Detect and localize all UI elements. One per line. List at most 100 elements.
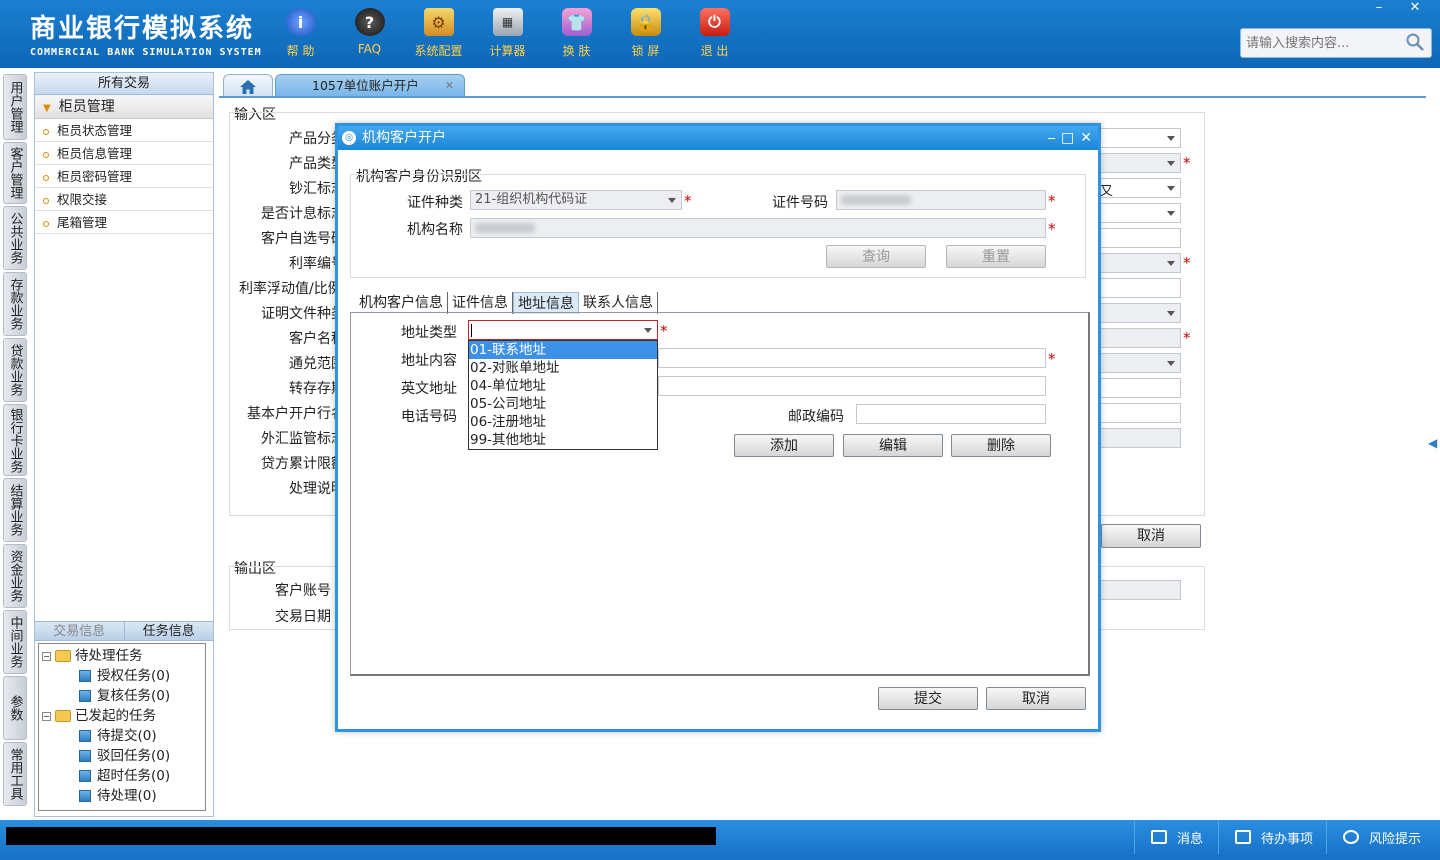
tab-contact-info[interactable]: 联系人信息: [579, 292, 658, 314]
all-transactions-header[interactable]: 所有交易: [35, 73, 213, 95]
cert-type-select[interactable]: 21-组织机构代码证: [470, 190, 682, 210]
cash-remit-select[interactable]: 又: [1099, 178, 1181, 199]
tree-node-to-process[interactable]: 待处理(0): [39, 786, 205, 806]
addr-type-option[interactable]: 04-单位地址: [469, 377, 657, 395]
vnav-common-tools[interactable]: 常用工具: [3, 742, 27, 806]
tree-label: 待提交(0): [97, 728, 157, 744]
minimize-button[interactable]: –: [1364, 0, 1394, 18]
menu-item-teller-info[interactable]: 柜员信息管理: [35, 142, 213, 165]
addr-type-option[interactable]: 06-注册地址: [469, 413, 657, 431]
tree-node-rejected[interactable]: 驳回任务(0): [39, 746, 205, 766]
org-name-input[interactable]: [470, 218, 1046, 238]
vnav-intermediary-business[interactable]: 中间业务: [3, 610, 27, 674]
tab-unit-account-opening[interactable]: 1057单位账户开户 ✕: [275, 74, 465, 98]
addr-type-option[interactable]: 01-联系地址: [469, 341, 657, 359]
custom-number-input[interactable]: [1099, 228, 1181, 248]
vnav-bank-card-business[interactable]: 银行卡业务: [3, 404, 27, 476]
vnav-treasury-business[interactable]: 资金业务: [3, 544, 27, 608]
addr-content-input[interactable]: [658, 348, 1046, 368]
label-basic-account-bank: 基本户开户行名: [247, 406, 345, 422]
collapse-right-icon[interactable]: ◀: [1428, 436, 1437, 450]
toolbar-config-button[interactable]: ⚙ 系统配置: [404, 8, 473, 59]
vnav-settlement-business[interactable]: 结算业务: [3, 478, 27, 542]
required-mark: *: [1183, 329, 1191, 347]
todo-button[interactable]: 待办事项: [1218, 820, 1324, 854]
product-category-select[interactable]: [1099, 128, 1181, 148]
toolbar-faq-label: FAQ: [357, 42, 382, 56]
tab-transaction-info[interactable]: 交易信息: [35, 622, 125, 640]
menu-item-teller-password[interactable]: 柜员密码管理: [35, 165, 213, 188]
rate-float-input[interactable]: [1099, 278, 1181, 298]
vnav-user-management[interactable]: 用户管理: [3, 74, 27, 140]
dialog-minimize-icon[interactable]: ⎯: [1048, 126, 1055, 150]
bullet-icon: [43, 220, 49, 227]
query-button[interactable]: 查询: [826, 245, 926, 268]
vnav-deposit-business[interactable]: 存款业务: [3, 272, 27, 336]
tab-home[interactable]: [223, 74, 273, 98]
dialog-close-icon[interactable]: ✕: [1080, 126, 1092, 150]
toolbar-skin-button[interactable]: 👕 换 肤: [542, 8, 611, 59]
tree-label: 已发起的任务: [75, 708, 156, 724]
addr-type-select[interactable]: [468, 320, 658, 340]
toolbar-exit-label: 退 出: [700, 44, 729, 58]
toolbar-calculator-button[interactable]: ▦ 计算器: [473, 8, 542, 59]
vnav-parameters[interactable]: 参数: [3, 676, 27, 740]
tree-node-authorize[interactable]: 授权任务(0): [39, 666, 205, 686]
dialog-maximize-icon[interactable]: □: [1061, 126, 1074, 150]
dropdown-arrow-icon: [1167, 311, 1175, 316]
exchange-scope-select[interactable]: [1099, 353, 1181, 373]
dialog-titlebar[interactable]: ◎ 机构客户开户 ⎯ □ ✕: [338, 126, 1098, 150]
tree-node-timeout[interactable]: 超时任务(0): [39, 766, 205, 786]
add-address-button[interactable]: 添加: [734, 434, 834, 457]
vnav-loan-business[interactable]: 贷款业务: [3, 338, 27, 402]
search-icon[interactable]: [1405, 32, 1425, 52]
menu-item-permission-handover[interactable]: 权限交接: [35, 188, 213, 211]
toolbar-exit-button[interactable]: ⏻ 退 出: [680, 8, 749, 59]
en-addr-input[interactable]: [658, 376, 1046, 396]
teller-management-group[interactable]: ▼ 柜员管理: [35, 95, 213, 119]
postcode-input[interactable]: [856, 404, 1046, 424]
tree-node-initiated[interactable]: − 已发起的任务: [39, 706, 205, 726]
cert-no-input[interactable]: [836, 190, 1046, 210]
tab-cert-info[interactable]: 证件信息: [448, 292, 513, 314]
form-cancel-button[interactable]: 取消: [1101, 524, 1201, 548]
vnav-public-business[interactable]: 公共业务: [3, 206, 27, 270]
close-window-button[interactable]: ✕: [1400, 0, 1430, 18]
proof-doc-select[interactable]: [1099, 303, 1181, 323]
toolbar-faq-button[interactable]: ? FAQ: [335, 8, 404, 59]
collapse-icon[interactable]: −: [42, 651, 51, 661]
customer-name-input[interactable]: [1099, 328, 1181, 348]
collapse-icon[interactable]: −: [42, 711, 51, 721]
bullet-icon: [43, 197, 49, 204]
product-type-select[interactable]: [1099, 153, 1181, 173]
close-tab-icon[interactable]: ✕: [445, 75, 454, 97]
edit-address-button[interactable]: 编辑: [843, 434, 943, 457]
search-input[interactable]: [1241, 29, 1401, 57]
tree-node-pending[interactable]: − 待处理任务: [39, 646, 205, 666]
addr-type-option[interactable]: 02-对账单地址: [469, 359, 657, 377]
rate-code-select[interactable]: [1099, 253, 1181, 273]
dropdown-arrow-icon: [668, 198, 676, 203]
rollover-term-input[interactable]: [1099, 378, 1181, 398]
addr-type-option[interactable]: 05-公司地址: [469, 395, 657, 413]
tab-task-info[interactable]: 任务信息: [125, 622, 214, 640]
risk-alert-button[interactable]: 风险提示: [1326, 820, 1436, 854]
reset-button[interactable]: 重置: [946, 245, 1046, 268]
toolbar-help-button[interactable]: i 帮 助: [266, 8, 335, 59]
dialog-cancel-button[interactable]: 取消: [986, 687, 1086, 710]
interest-flag-select[interactable]: [1099, 203, 1181, 223]
basic-account-bank-input[interactable]: [1099, 403, 1181, 423]
tab-address-info[interactable]: 地址信息: [513, 292, 579, 314]
toolbar-lock-button[interactable]: 🔒 锁 屏: [611, 8, 680, 59]
menu-item-tail-box[interactable]: 尾箱管理: [35, 211, 213, 234]
tab-org-customer-info[interactable]: 机构客户信息: [355, 292, 448, 314]
vnav-customer-management[interactable]: 客户管理: [3, 142, 27, 204]
tree-node-to-submit[interactable]: 待提交(0): [39, 726, 205, 746]
menu-item-teller-status[interactable]: 柜员状态管理: [35, 119, 213, 142]
message-button[interactable]: 消息: [1134, 820, 1226, 854]
addr-type-option[interactable]: 99-其他地址: [469, 431, 657, 449]
fx-supervision-input[interactable]: [1099, 428, 1181, 448]
delete-address-button[interactable]: 删除: [951, 434, 1051, 457]
tree-node-review[interactable]: 复核任务(0): [39, 686, 205, 706]
submit-button[interactable]: 提交: [878, 687, 978, 710]
